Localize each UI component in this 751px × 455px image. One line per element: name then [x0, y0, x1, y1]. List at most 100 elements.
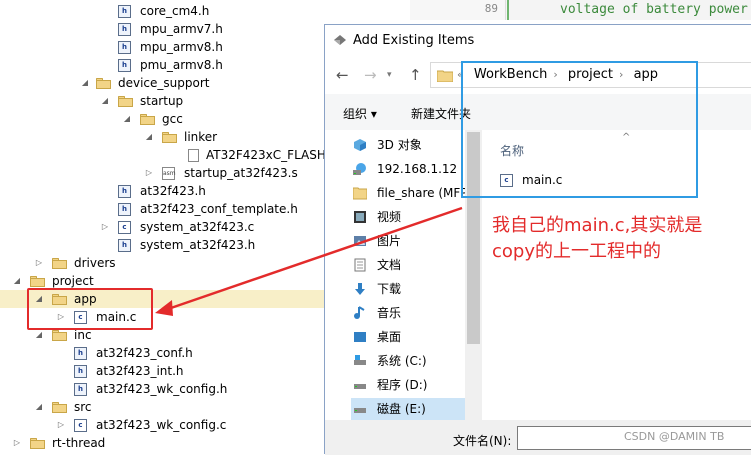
watermark: CSDN @DAMIN TB [624, 430, 725, 443]
download-icon [355, 283, 365, 295]
network-drive-icon [353, 163, 366, 175]
c-file-icon: c [74, 419, 87, 432]
tree-item-label: at32f423_conf_template.h [140, 202, 298, 216]
tree-item-label: startup_at32f423.s [184, 166, 298, 180]
tree-item-label: at32f423_conf.h [96, 346, 193, 360]
tree-item-label: at32f423.h [140, 184, 206, 198]
red-highlight-box [27, 288, 153, 330]
change-marker [507, 0, 509, 20]
folder-icon [140, 114, 156, 125]
forward-arrow-icon[interactable]: → [364, 66, 377, 84]
collapse-triangle-icon[interactable]: ◢ [12, 272, 22, 290]
folder-icon [96, 78, 112, 89]
collapse-triangle-icon[interactable]: ◢ [100, 92, 110, 110]
music-icon [354, 306, 365, 319]
back-arrow-icon[interactable]: ← [336, 66, 349, 84]
tree-item-label: at32f423_wk_config.h [96, 382, 228, 396]
tree-item-label: system_at32f423.c [140, 220, 255, 234]
collapse-triangle-icon[interactable]: ◢ [80, 74, 90, 92]
tree-item-label: device_support [118, 76, 210, 90]
tree-item-label: at32f423_wk_config.c [96, 418, 227, 432]
folder-icon [162, 132, 178, 143]
app-icon [334, 35, 346, 45]
nav-item-label: 桌面 [377, 330, 402, 344]
tree-item-label: drivers [74, 256, 116, 270]
picture-icon [354, 236, 366, 246]
tree-item-label: linker [184, 130, 218, 144]
folder-icon [30, 438, 46, 449]
expand-triangle-icon[interactable]: ▷ [34, 254, 44, 272]
header-file-icon: h [74, 383, 87, 396]
header-file-icon: h [118, 203, 131, 216]
header-file-icon: h [74, 365, 87, 378]
drive-icon [354, 384, 366, 389]
drive-icon [354, 355, 366, 365]
dialog-title: Add Existing Items [353, 33, 475, 48]
tree-item-label: mpu_armv8.h [140, 40, 223, 54]
tree-item-label: gcc [162, 112, 183, 126]
cube-icon [354, 139, 366, 151]
nav-item-label: 系统 (C:) [377, 354, 427, 368]
blue-highlight-box [461, 61, 698, 198]
folder-icon [118, 96, 134, 107]
navigation-pane: 3D 对象 192.168.1.12 file_share (MFP 视频 图片… [325, 130, 465, 420]
nav-item-label: 音乐 [377, 306, 402, 320]
folder-icon [52, 258, 68, 269]
tree-item-label: rt-thread [52, 436, 106, 450]
desktop-icon [354, 332, 366, 342]
collapse-triangle-icon[interactable]: ◢ [34, 398, 44, 416]
header-file-icon: h [118, 185, 131, 198]
header-file-icon: h [118, 41, 131, 54]
dialog-titlebar[interactable]: Add Existing Items [325, 25, 751, 56]
tree-item-label: pmu_armv8.h [140, 58, 223, 72]
expand-triangle-icon[interactable]: ▷ [12, 434, 22, 452]
tree-item-label: core_cm4.h [140, 4, 210, 18]
filename-label: 文件名(N): [453, 434, 512, 448]
tree-item-label: system_at32f423.h [140, 238, 256, 252]
folder-icon [30, 276, 46, 287]
nav-item-label: 下载 [377, 282, 402, 296]
annotation-note: 我自己的main.c,其实就是copy的上一工程中的 [492, 215, 703, 262]
code-line-text: voltage of battery power [560, 2, 748, 17]
up-arrow-icon[interactable]: ↑ [409, 66, 422, 84]
organize-button[interactable]: 组织 ▾ [343, 105, 377, 122]
collapse-triangle-icon[interactable]: ◢ [144, 128, 154, 146]
document-icon [354, 258, 366, 272]
nav-item-label: 图片 [377, 234, 402, 248]
expand-triangle-icon[interactable]: ▷ [144, 164, 154, 182]
header-file-icon: h [118, 5, 131, 18]
folder-icon [353, 187, 367, 200]
c-file-icon: c [118, 221, 131, 234]
line-number: 89 [484, 2, 498, 15]
nav-item-label: 程序 (D:) [377, 378, 428, 392]
folder-icon [437, 70, 453, 82]
nav-item-drive-e[interactable]: 磁盘 (E:) [351, 398, 465, 420]
drive-icon [354, 408, 366, 413]
header-file-icon: h [118, 59, 131, 72]
solution-tree: h core_cm4.h h mpu_armv7.h h mpu_armv8.h… [0, 0, 340, 452]
tree-item-label: src [74, 400, 92, 414]
nav-item-label: 3D 对象 [377, 138, 422, 152]
asm-file-icon: asm [162, 167, 176, 180]
recent-chevron-icon[interactable]: ▾ [387, 70, 392, 80]
header-file-icon: h [118, 239, 131, 252]
code-editor-strip: 89 voltage of battery power [410, 0, 751, 20]
nav-item-label: file_share (MFP [377, 186, 465, 200]
folder-icon [52, 330, 68, 341]
tree-item-label: AT32F423xC_FLASH.ld [206, 148, 341, 162]
collapse-triangle-icon[interactable]: ◢ [122, 110, 132, 128]
header-file-icon: h [118, 23, 131, 36]
nav-item-label: 磁盘 (E:) [377, 402, 426, 416]
header-file-icon: h [74, 347, 87, 360]
video-icon [354, 211, 366, 223]
tree-item-label: at32f423_int.h [96, 364, 184, 378]
expand-triangle-icon[interactable]: ▷ [56, 416, 66, 434]
nav-item-label: 文档 [377, 258, 402, 272]
folder-icon [52, 402, 68, 413]
expand-triangle-icon[interactable]: ▷ [100, 218, 110, 236]
nav-item-label: 视频 [377, 210, 402, 224]
nav-item-label: 192.168.1.12 [377, 162, 458, 176]
linker-file-icon [188, 149, 199, 162]
tree-item-label: mpu_armv7.h [140, 22, 223, 36]
tree-item-label: startup [140, 94, 184, 108]
